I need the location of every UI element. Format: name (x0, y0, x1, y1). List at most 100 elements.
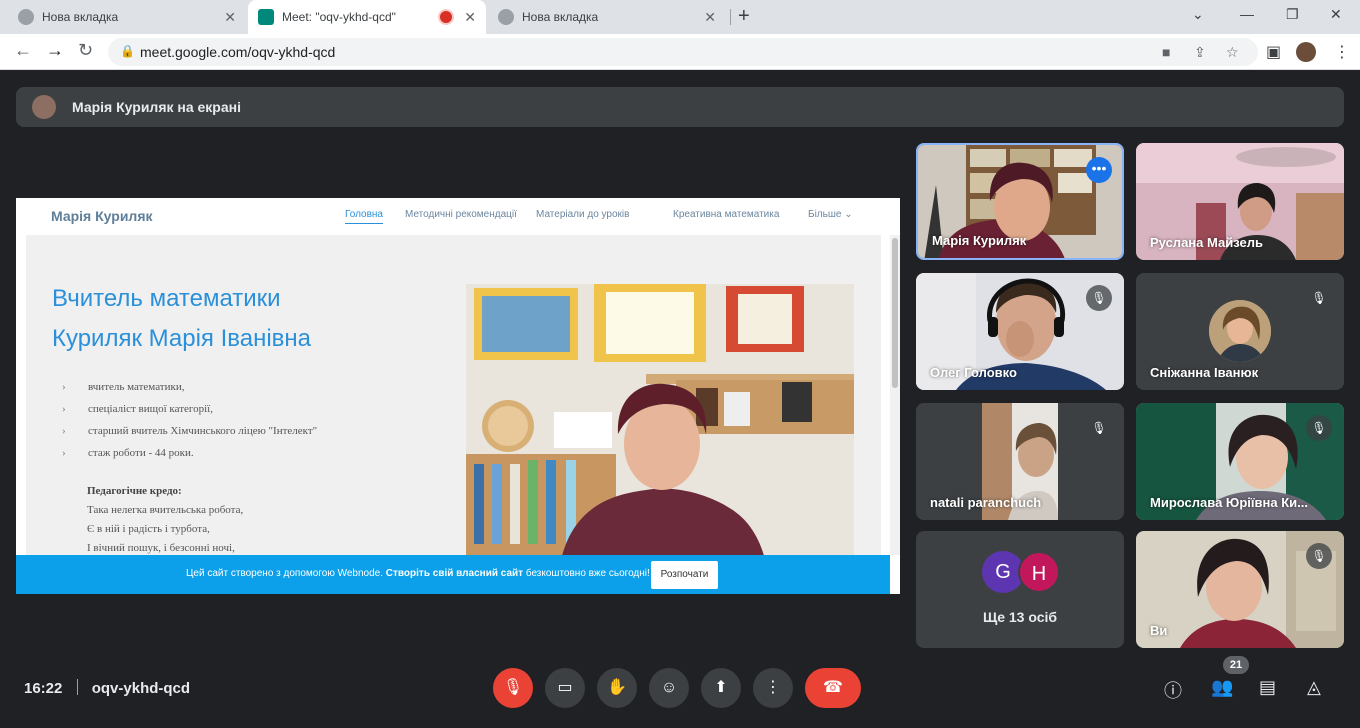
participant-avatar (1209, 300, 1271, 362)
tab-title: Нова вкладка (42, 10, 119, 24)
hand-icon: ✋ (607, 679, 627, 696)
site-nav-materials[interactable]: Матеріали до уроків (536, 209, 629, 220)
new-tab-icon[interactable]: + (738, 5, 750, 28)
site-nav-more[interactable]: Більше ⌄ (808, 209, 853, 220)
sidepanel-icon[interactable]: ▣ (1266, 42, 1281, 62)
tab-title: Нова вкладка (522, 10, 599, 24)
phone-hangup-icon: ☎ (823, 679, 843, 696)
chevron-right-icon: › (62, 403, 66, 415)
recording-icon (440, 11, 452, 23)
participant-name: Марія Куриляк (932, 233, 1027, 248)
hero-heading-2: Куриляк Марія Іванівна (52, 325, 312, 352)
mic-off-icon: 🎙 (502, 679, 524, 696)
tab-new-1[interactable]: Нова вкладка ✕ (8, 0, 246, 34)
reload-icon[interactable]: ↻ (78, 40, 93, 61)
tab-title: Meet: "oqv-ykhd-qcd" (282, 10, 396, 24)
activities-icon[interactable]: ◬ (1307, 677, 1321, 698)
people-icon[interactable]: 👥 (1211, 677, 1233, 698)
close-icon[interactable]: ✕ (704, 9, 716, 26)
menu-kebab-icon[interactable]: ⋮ (1334, 42, 1350, 62)
bullet-item: › вчитель математики, (62, 381, 185, 393)
mic-toggle-button[interactable]: 🎙 (493, 668, 533, 708)
participants-count-badge: 21 (1223, 656, 1249, 674)
participant-avatar-initial: H (1018, 551, 1060, 593)
close-icon[interactable]: ✕ (464, 9, 476, 26)
site-nav-creative-math[interactable]: Креативна математика (673, 209, 779, 220)
bullet-item: › стаж роботи - 44 роки. (62, 447, 194, 459)
meet-icon (258, 9, 274, 25)
presenter-banner-text: Марія Куриляк на екрані (72, 99, 241, 115)
chrome-icon (498, 9, 514, 25)
more-options-button[interactable]: ⋮ (753, 668, 793, 708)
present-button[interactable]: ⬆ (701, 668, 741, 708)
raise-hand-button[interactable]: ✋ (597, 668, 637, 708)
back-icon[interactable]: ← (14, 40, 32, 61)
close-icon[interactable]: ✕ (224, 9, 236, 26)
chevron-right-icon: › (62, 381, 66, 393)
share-icon[interactable]: ⇪ (1194, 44, 1206, 61)
chat-icon[interactable]: ▤ (1259, 677, 1276, 698)
self-tile[interactable]: 🎙 Ви (1136, 531, 1344, 648)
chevron-right-icon: › (62, 447, 66, 459)
credo-line: Є в ній і радість і турбота, (87, 523, 210, 535)
forward-icon[interactable]: → (46, 40, 64, 61)
tab-new-2[interactable]: Нова вкладка ✕ (488, 0, 726, 34)
current-time: 16:22 (24, 680, 63, 697)
meeting-code: oqv-ykhd-qcd (91, 680, 191, 697)
mic-off-icon: 🎙 (1306, 285, 1332, 311)
others-tile[interactable]: G H Ще 13 осіб (916, 531, 1124, 648)
hero-heading-1: Вчитель математики (52, 285, 281, 312)
chrome-icon (18, 9, 34, 25)
tab-search-icon[interactable]: ⌄ (1192, 6, 1204, 23)
tab-divider (730, 9, 731, 25)
meeting-details-icon[interactable]: ⓘ (1164, 677, 1182, 703)
participant-tile[interactable]: 🎙 Олег Головко (916, 273, 1124, 390)
camera-icon[interactable]: ■ (1162, 44, 1170, 60)
participant-tile[interactable]: 🎙 natali paranchuch (916, 403, 1124, 520)
browser-tab-bar: Нова вкладка ✕ Meet: "oqv-ykhd-qcd" ✕ Но… (0, 0, 1360, 34)
mic-off-icon: 🎙 (1306, 415, 1332, 441)
window-close-icon[interactable]: ✕ (1330, 6, 1342, 23)
presenter-avatar (32, 95, 56, 119)
participant-tile[interactable]: 🎙 Мирослава Юріївна Ки... (1136, 403, 1344, 520)
meeting-info: 16:22 oqv-ykhd-qcd (24, 679, 190, 697)
emoji-icon: ☺ (660, 679, 678, 696)
present-screen-icon: ⬆ (714, 679, 728, 696)
bookmark-star-icon[interactable]: ☆ (1226, 44, 1239, 61)
participant-name: natali paranchuch (930, 495, 1042, 510)
lock-icon: 🔒 (120, 44, 135, 58)
site-nav-home[interactable]: Головна (345, 209, 383, 224)
camera-icon: ▭ (557, 679, 573, 696)
reactions-button[interactable]: ☺ (649, 668, 689, 708)
presenter-banner: Марія Куриляк на екрані (16, 87, 1344, 127)
more-vert-icon: ⋮ (765, 679, 781, 696)
credo-title: Педагогічне кредо: (87, 485, 182, 497)
more-options-icon[interactable]: ••• (1086, 157, 1112, 183)
chevron-right-icon: › (62, 425, 66, 437)
webnode-start-button[interactable]: Розпочати (651, 561, 718, 589)
tab-meet[interactable]: Meet: "oqv-ykhd-qcd" ✕ (248, 0, 486, 34)
minimize-icon[interactable]: — (1240, 6, 1254, 22)
site-title: Марія Куриляк (51, 208, 153, 224)
site-nav-methodical[interactable]: Методичні рекомендації (405, 209, 517, 220)
restore-icon[interactable]: ❐ (1286, 6, 1299, 23)
webnode-promo-bar: Цей сайт створено з допомогою Webnode. С… (16, 555, 890, 594)
bullet-item: › старший вчитель Хімчинського ліцею "Інт… (62, 425, 318, 437)
scrollbar-thumb[interactable] (892, 238, 898, 388)
others-count: Ще 13 осіб (982, 609, 1058, 625)
participant-tile[interactable]: ••• Марія Куриляк (916, 143, 1124, 260)
participant-tile[interactable]: 🎙 Сніжанна Іванюк (1136, 273, 1344, 390)
divider (76, 679, 78, 695)
participant-name: Руслана Майзель (1150, 235, 1263, 250)
profile-avatar[interactable] (1296, 42, 1316, 62)
teacher-photo (466, 284, 854, 556)
address-bar[interactable]: 🔒 meet.google.com/oqv-ykhd-qcd ■ ⇪ ☆ (108, 38, 1258, 66)
participant-tile[interactable]: Руслана Майзель (1136, 143, 1344, 260)
self-name: Ви (1150, 623, 1168, 638)
end-call-button[interactable]: ☎ (805, 668, 861, 708)
participant-name: Олег Головко (930, 365, 1017, 380)
site-header: Марія Куриляк Головна Методичні рекоменд… (16, 198, 900, 235)
camera-toggle-button[interactable]: ▭ (545, 668, 585, 708)
participant-name: Мирослава Юріївна Ки... (1150, 495, 1308, 510)
mic-off-icon: 🎙 (1086, 415, 1112, 441)
